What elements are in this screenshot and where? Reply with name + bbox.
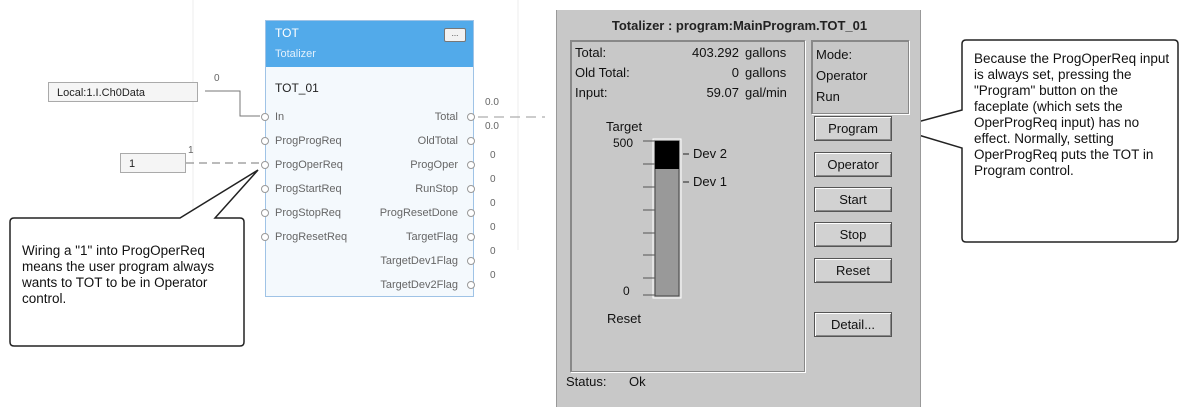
input-label: Input: [575,85,608,100]
constant-box[interactable]: 1 [120,153,186,173]
input-pin-connector[interactable] [261,209,269,217]
input-pin-label: In [275,111,285,123]
mode-panel: Mode: Operator Run [811,40,909,114]
output-pin-connector[interactable] [467,209,475,217]
old-total-unit: gallons [745,65,787,80]
values-panel: Total: 403.292 gallons Old Total: 0 gall… [570,40,805,372]
input-pin-connector[interactable] [261,233,269,241]
mode-label: Mode: [816,47,853,62]
output-pin-label: TargetDev1Flag [380,255,458,267]
input-tag-box[interactable]: Local:1.I.Ch0Data [48,82,198,102]
input-pin-connector[interactable] [261,113,269,121]
output-pin-connector[interactable] [467,233,475,241]
input-unit: gal/min [745,85,787,100]
output-pin-connector[interactable] [467,113,475,121]
output-value: 0 [490,222,496,233]
input-tag-value: 0 [214,73,220,84]
input-tag-label: Local:1.I.Ch0Data [57,87,146,99]
mode-value: Operator [816,68,868,83]
output-pin-connector[interactable] [467,281,475,289]
output-pin-label: OldTotal [417,135,458,147]
output-value: 0 [490,246,496,257]
output-value: 0 [490,270,496,281]
input-value: 59.07 [706,85,739,100]
output-pin-label: TargetFlag [406,231,458,243]
reset-label: Reset [607,311,641,326]
block-name: TOT [275,26,299,40]
input-pin-connector[interactable] [261,161,269,169]
left-callout-text: Wiring a "1" into ProgOperReq means the … [22,243,215,306]
output-pin-connector[interactable] [467,137,475,145]
total-unit: gallons [745,45,787,60]
start-button[interactable]: Start [814,187,892,212]
program-button[interactable]: Program [814,116,892,141]
output-pin-label: TargetDev2Flag [380,279,458,291]
totalizer-function-block[interactable]: TOT Totalizer ... TOT_01 In ProgProgReq Pr… [261,20,475,297]
block-description: Totalizer [275,48,316,60]
output-pin-connector[interactable] [467,185,475,193]
stop-button[interactable]: Stop [814,222,892,247]
output-pin-connector[interactable] [467,161,475,169]
output-value: 0.0 [485,97,499,108]
output-pin-label: RunStop [415,183,458,195]
target-label: Target [606,119,643,134]
target-bar-graph [643,138,689,299]
output-pin-connector[interactable] [467,257,475,265]
block-properties-button[interactable]: ... [444,28,466,42]
constant-value: 1 [188,145,194,156]
old-total-value: 0 [731,65,739,80]
total-value: 403.292 [692,45,739,60]
reset-button[interactable]: Reset [814,258,892,283]
output-pin-label: ProgResetDone [379,207,458,219]
output-value: 0 [490,150,496,161]
input-pin-connector[interactable] [261,185,269,193]
output-pin-label: Total [434,111,458,123]
status-value: Ok [629,374,646,389]
dev1-label: Dev 1 [693,174,727,189]
run-state: Run [816,89,840,104]
input-pin-connector[interactable] [261,137,269,145]
scale-bottom: 0 [623,284,630,298]
totalizer-faceplate: Totalizer : program:MainProgram.TOT_01 T… [556,10,921,407]
detail-button[interactable]: Detail... [814,312,892,337]
block-header: TOT Totalizer ... [266,21,473,67]
output-value: 0.0 [485,121,499,132]
total-label: Total: [575,45,607,60]
dev2-label: Dev 2 [693,146,727,161]
output-value: 0 [490,174,496,185]
faceplate-title: Totalizer : program:MainProgram.TOT_01 [611,18,868,33]
operator-button[interactable]: Operator [814,152,892,177]
output-pin-label: ProgOper [410,159,458,171]
status-label: Status: [566,374,607,389]
output-value: 0 [490,198,496,209]
old-total-label: Old Total: [575,65,630,80]
right-callout-text: Because the ProgOperReq input is always … [974,51,1170,178]
block-tag: TOT_01 [275,81,319,95]
constant-label: 1 [129,158,136,170]
